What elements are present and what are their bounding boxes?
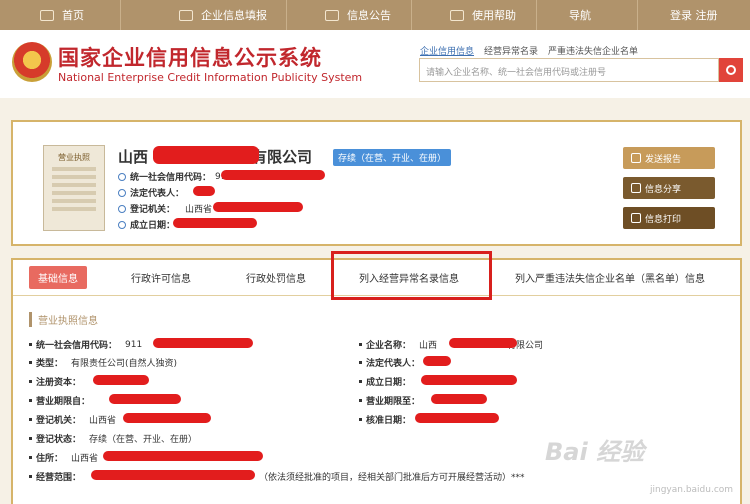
redaction-mark [153,146,259,164]
share-button[interactable]: 信息分享 [623,177,715,199]
location-icon [118,204,126,213]
redaction-mark [449,338,517,348]
field-address: 住所： 山西省 [29,451,98,464]
search-tab-credit[interactable]: 企业信用信息 [420,44,474,57]
field-type: 类型： 有限责任公司(自然人独资) [29,356,177,369]
redaction-mark [91,470,255,480]
edit-icon [631,213,641,223]
send-icon [631,153,641,163]
nav-login-register[interactable]: 登录 注册 [638,0,748,30]
search-input[interactable]: 请输入企业名称、统一社会信用代码或注册号 [419,58,719,82]
tab-basic-info[interactable]: 基础信息 [29,266,87,289]
person-icon [118,188,126,197]
send-report-button[interactable]: 发送报告 [623,147,715,169]
nav-home[interactable]: 首页 [0,0,120,30]
edit-icon [179,9,193,21]
redaction-mark [93,375,149,385]
section-title: 营业执照信息 [29,312,98,327]
legal-rep-row: 法定代表人： [118,186,188,199]
reg-authority-row: 登记机关： 山西省 [118,202,212,215]
redaction-mark [421,375,517,385]
nav-enterprise-report[interactable]: 企业信息填报 [121,0,286,30]
watermark-url: jingyan.baidu.com [650,485,734,495]
field-legal-rep: 法定代表人： [359,356,428,369]
search-button[interactable] [719,58,743,82]
redaction-mark [415,413,499,423]
search-icon [726,65,736,75]
document-icon [325,9,339,21]
search-tabs: 企业信用信息 经营异常名录 严重违法失信企业名单 [420,44,638,57]
field-period-to: 营业期限至： [359,394,428,407]
business-license-image: 营业执照 [43,145,105,231]
search-tab-blacklist[interactable]: 严重违法失信企业名单 [548,44,638,57]
tab-admin-penalty[interactable]: 行政处罚信息 [246,270,306,285]
est-date-row: 成立日期： [118,218,179,231]
top-navigation: 首页 企业信息填报 信息公告 使用帮助 导航 登录 注册 [0,0,750,30]
print-button[interactable]: 信息打印 [623,207,715,229]
redaction-mark [221,170,325,180]
share-icon [631,183,641,193]
field-est-date: 成立日期： [359,375,419,388]
tab-blacklist[interactable]: 列入严重违法失信企业名单（黑名单）信息 [515,270,705,285]
national-emblem-icon [12,42,52,82]
redaction-mark [103,451,263,461]
site-title: 国家企业信用信息公示系统 [58,46,322,70]
field-approval-date: 核准日期： [359,413,419,426]
field-period-from: 营业期限自： [29,394,98,407]
redaction-mark [153,338,253,348]
redaction-mark [123,413,211,423]
info-icon [118,220,126,229]
monitor-icon [40,9,54,21]
site-subtitle: National Enterprise Credit Information P… [58,71,363,84]
redaction-mark [173,218,257,228]
tab-admin-license[interactable]: 行政许可信息 [131,270,191,285]
nav-help[interactable]: 使用帮助 [412,0,536,30]
redaction-mark [193,186,215,196]
site-header: 国家企业信用信息公示系统 National Enterprise Credit … [0,30,750,98]
redaction-mark [431,394,487,404]
watermark-logo: Bai 经验 [545,438,645,466]
field-reg-status: 登记状态： 存续（在营、开业、在册） [29,432,197,445]
highlight-annotation [331,251,492,300]
field-authority: 登记机关： 山西省 [29,413,116,426]
redaction-mark [423,356,451,366]
field-credit-code: 统一社会信用代码： 911 [29,338,142,351]
nav-announcement[interactable]: 信息公告 [287,0,411,30]
detail-panel: 基础信息 行政许可信息 行政处罚信息 列入经营异常名录信息 列入严重违法失信企业… [11,251,742,504]
headset-icon [450,9,464,21]
company-summary-card: 营业执照 山西有限公司 存续（在营、开业、在册） 统一社会信用代码： 9114 … [11,120,742,246]
shield-icon [118,172,126,181]
field-capital: 注册资本： [29,375,89,388]
redaction-mark [109,394,181,404]
nav-guide[interactable]: 导航 [537,0,637,30]
search-tab-abnormal[interactable]: 经营异常名录 [484,44,538,57]
redaction-mark [213,202,303,212]
status-badge: 存续（在营、开业、在册） [333,149,452,166]
credit-code-row: 统一社会信用代码： 9114 [118,170,238,183]
